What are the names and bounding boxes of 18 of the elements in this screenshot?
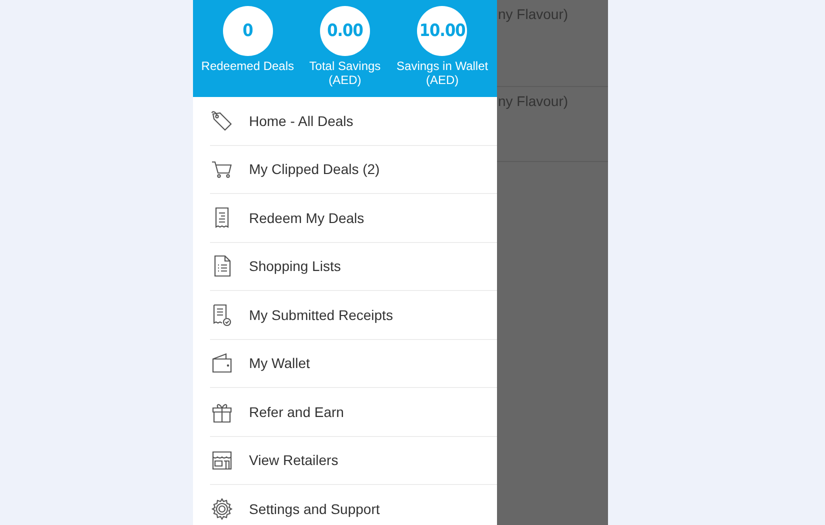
stat-value: 0 (222, 6, 273, 56)
menu-item[interactable]: Home - All Deals (249, 112, 354, 129)
settings-icon (210, 496, 234, 521)
menu-item[interactable]: Settings and Support (249, 500, 380, 517)
stat-value: 10.00 (417, 6, 468, 56)
wallet-icon (210, 351, 234, 376)
tag-icon (210, 108, 234, 133)
menu-item[interactable]: Shopping Lists (249, 258, 341, 274)
menu-item[interactable]: Redeem My Deals (249, 210, 364, 226)
stat-label: Redeemed Deals (201, 59, 294, 73)
menu-item[interactable]: View Retailers (249, 452, 338, 468)
menu-item[interactable]: Refer and Earn (249, 404, 344, 420)
menu-item[interactable]: My Wallet (249, 355, 310, 372)
stat-label: Total Savings (AED) (308, 59, 382, 87)
menu-item[interactable]: My Submitted Receipts (249, 306, 393, 323)
menu-item[interactable]: My Clipped Deals (2) (249, 161, 380, 178)
stat-value: 0.00 (320, 6, 370, 56)
stat-label: Savings in Wallet (AED) (396, 59, 490, 87)
